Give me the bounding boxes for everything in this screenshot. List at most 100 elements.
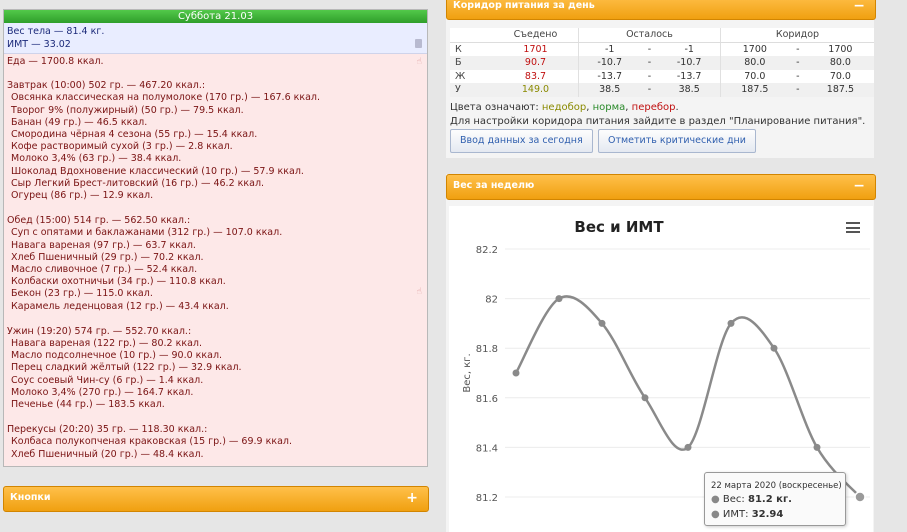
- meal-header: Перекусы (20:20) 35 гр. — 118.30 ккал.:: [7, 424, 208, 436]
- corridor-cell: -: [647, 57, 652, 68]
- meal-item: Суп с опятами и баклажанами (312 гр.) — …: [11, 227, 283, 239]
- corridor-cell: -10.7: [676, 57, 702, 68]
- corridor-title: Коридор питания за день: [453, 0, 595, 11]
- corridor-row: К 1701 -1- -1 1700-1700: [450, 42, 874, 56]
- corridor-cell: 90.7: [524, 57, 547, 68]
- enter-today-button[interactable]: Ввод данных за сегодня: [450, 129, 593, 153]
- meal-item: Перец сладкий жёлтый (122 гр.) — 32.9 кк…: [11, 362, 242, 374]
- meal-item: Навага вареная (122 гр.) — 80.2 ккал.: [11, 338, 202, 350]
- body-metrics: Вес тела — 81.4 кг. ИМТ — 33.02: [4, 23, 427, 54]
- corridor-hint: Для настройки коридора питания зайдите в…: [450, 116, 866, 127]
- corridor-cell: -: [796, 70, 800, 82]
- corridor-cell: Ж: [455, 70, 466, 82]
- corridor-cell: -: [647, 43, 652, 55]
- corridor-cell: 70.0: [829, 70, 851, 82]
- chart-title: Вес и ИМТ: [574, 218, 664, 236]
- meal-item: Хлеб Пшеничный (29 гр.) — 70.2 ккал.: [11, 251, 204, 263]
- mark-critical-days-button[interactable]: Отметить критические дни: [598, 129, 756, 153]
- corridor-cell: -1: [578, 42, 641, 56]
- day-panel: Суббота 21.03 Вес тела — 81.4 кг. ИМТ — …: [3, 9, 428, 467]
- corridor-cell: -: [796, 84, 800, 95]
- corridor-cell: -: [796, 43, 800, 55]
- body-weight: Вес тела — 81.4 кг.: [7, 26, 105, 37]
- color-legend: Цвета означают: недобор, норма, перебор.: [450, 102, 679, 113]
- meal-item: Масло подсолнечное (10 гр.) — 90.0 ккал.: [11, 350, 223, 362]
- hand-icon[interactable]: ☝: [417, 56, 422, 68]
- meal-item: Шоколад Вдохновение классический (10 гр.…: [11, 165, 304, 177]
- meal-section: Ужин (19:20) 574 гр. — 552.70 ккал.: Нава…: [7, 326, 424, 411]
- corridor-cell: 83.7: [524, 70, 547, 82]
- chart-tooltip: 22 марта 2020 (воскресенье) ● Вес: 81.2 …: [704, 472, 846, 526]
- weight-panel-title: Вес за неделю: [453, 180, 535, 191]
- corridor-row: Б 90.7 -10.7- -10.7 80.0-80.0: [450, 56, 874, 70]
- meal-item: Хлеб Пшеничный (20 гр.) — 48.4 ккал.: [11, 448, 204, 460]
- corridor-cell: У: [455, 84, 461, 95]
- weight-header[interactable]: Вес за неделю −: [446, 174, 876, 200]
- meal-item: Колбаски охотничьи (34 гр.) — 110.8 ккал…: [11, 276, 226, 288]
- day-title: Суббота 21.03: [4, 10, 427, 23]
- meal-section: Обед (15:00) 514 гр. — 562.50 ккал.: Суп …: [7, 215, 424, 313]
- col-left: Осталось: [578, 28, 721, 43]
- corridor-cell: 1701: [523, 43, 548, 55]
- col-corridor: Коридор: [719, 28, 874, 43]
- collapse-icon[interactable]: −: [853, 0, 865, 17]
- meal-item: Творог 9% (полужирный) (50 гр.) — 79.5 к…: [11, 104, 244, 116]
- meal-item: Карамель леденцовая (12 гр.) — 43.4 ккал…: [11, 300, 229, 312]
- tooltip-date: 22 марта 2020 (воскресенье): [711, 481, 842, 491]
- meal-item: Бекон (23 гр.) — 115.0 ккал.: [11, 288, 153, 300]
- body-bmi: ИМТ — 33.02: [7, 38, 71, 50]
- meal-item: Молоко 3,4% (63 гр.) — 38.4 ккал.: [11, 153, 182, 165]
- tooltip-bmi: ● ИМТ: 32.94: [711, 509, 784, 520]
- legend-prefix: Цвета означают:: [450, 102, 539, 113]
- meal-item: Огурец (86 гр.) — 12.9 ккал.: [11, 190, 154, 202]
- meal-item: Банан (49 гр.) — 46.5 ккал.: [11, 116, 148, 128]
- corridor-cell: 70.0: [719, 69, 789, 83]
- meal-item: Масло сливочное (7 гр.) — 52.4 ккал.: [11, 264, 198, 276]
- corridor-cell: 80.0: [829, 57, 851, 68]
- legend-over: перебор: [631, 102, 676, 113]
- meal-item: Навага вареная (97 гр.) — 63.7 ккал.: [11, 239, 196, 251]
- corridor-row: У 149.0 38.5-38.5 187.5-187.5: [450, 83, 874, 97]
- meal-section: Завтрак (10:00) 502 гр. — 467.20 ккал.: О…: [7, 80, 424, 202]
- meal-list: Завтрак (10:00) 502 гр. — 467.20 ккал.: О…: [7, 80, 424, 461]
- meal-item: Сыр Легкий Брест-литовский (16 гр.) — 46…: [11, 177, 265, 189]
- meal-section: Перекусы (20:20) 35 гр. — 118.30 ккал.: К…: [7, 424, 424, 461]
- corridor-cell: 187.5: [826, 84, 854, 95]
- corridor-cell: 80.0: [719, 56, 789, 70]
- corridor-cell: Б: [455, 57, 462, 68]
- trash-icon[interactable]: [415, 39, 422, 48]
- corridor-cell: 149.0: [521, 84, 550, 95]
- corridor-cell: -10.7: [578, 56, 641, 70]
- corridor-panel: Коридор питания за день − Съедено Остало…: [446, 0, 876, 158]
- corridor-cell: 38.5: [578, 83, 641, 97]
- corridor-cell: -: [647, 70, 652, 82]
- meal-header: Ужин (19:20) 574 гр. — 552.70 ккал.:: [7, 325, 192, 337]
- food-block: Еда — 1700.8 ккал. ☝ Завтрак (10:00) 502…: [4, 54, 427, 461]
- corridor-cell: 1700: [719, 42, 789, 56]
- meal-item: Молоко 3,4% (270 гр.) — 164.7 ккал.: [11, 386, 194, 398]
- meal-header: Обед (15:00) 514 гр. — 562.50 ккал.:: [7, 215, 191, 227]
- meal-item: Соус соевый Чин-су (6 гр.) — 1.4 ккал.: [11, 374, 204, 386]
- meal-header: Завтрак (10:00) 502 гр. — 467.20 ккал.:: [7, 80, 206, 92]
- corridor-cell: -: [796, 57, 800, 68]
- corridor-row: Ж 83.7 -13.7- -13.7 70.0-70.0: [450, 69, 874, 83]
- corridor-cell: 38.5: [678, 84, 700, 95]
- corridor-cell: 1700: [828, 43, 853, 55]
- hand-icon[interactable]: ☝: [417, 286, 422, 298]
- buttons-panel[interactable]: Кнопки +: [3, 486, 429, 512]
- buttons-panel-title: Кнопки: [10, 492, 51, 503]
- tooltip-weight: ● Вес: 81.2 кг.: [711, 494, 792, 505]
- legend-under: недобор: [541, 102, 587, 113]
- corridor-cell: К: [455, 43, 462, 55]
- meal-item: Кофе растворимый сухой (3 гр.) — 2.8 кка…: [11, 141, 233, 153]
- expand-icon[interactable]: +: [406, 487, 418, 509]
- corridor-cell: -13.7: [578, 69, 641, 83]
- meal-item: Овсянка классическая на полумолоке (170 …: [11, 92, 321, 104]
- corridor-cell: -: [647, 84, 652, 95]
- corridor-header[interactable]: Коридор питания за день −: [446, 0, 876, 20]
- collapse-icon[interactable]: −: [853, 175, 865, 197]
- chart-menu-icon[interactable]: [846, 222, 860, 233]
- meal-item: Печенье (44 гр.) — 183.5 ккал.: [11, 399, 165, 411]
- corridor-cell: -13.7: [676, 70, 702, 82]
- corridor-cell: 187.5: [719, 83, 789, 97]
